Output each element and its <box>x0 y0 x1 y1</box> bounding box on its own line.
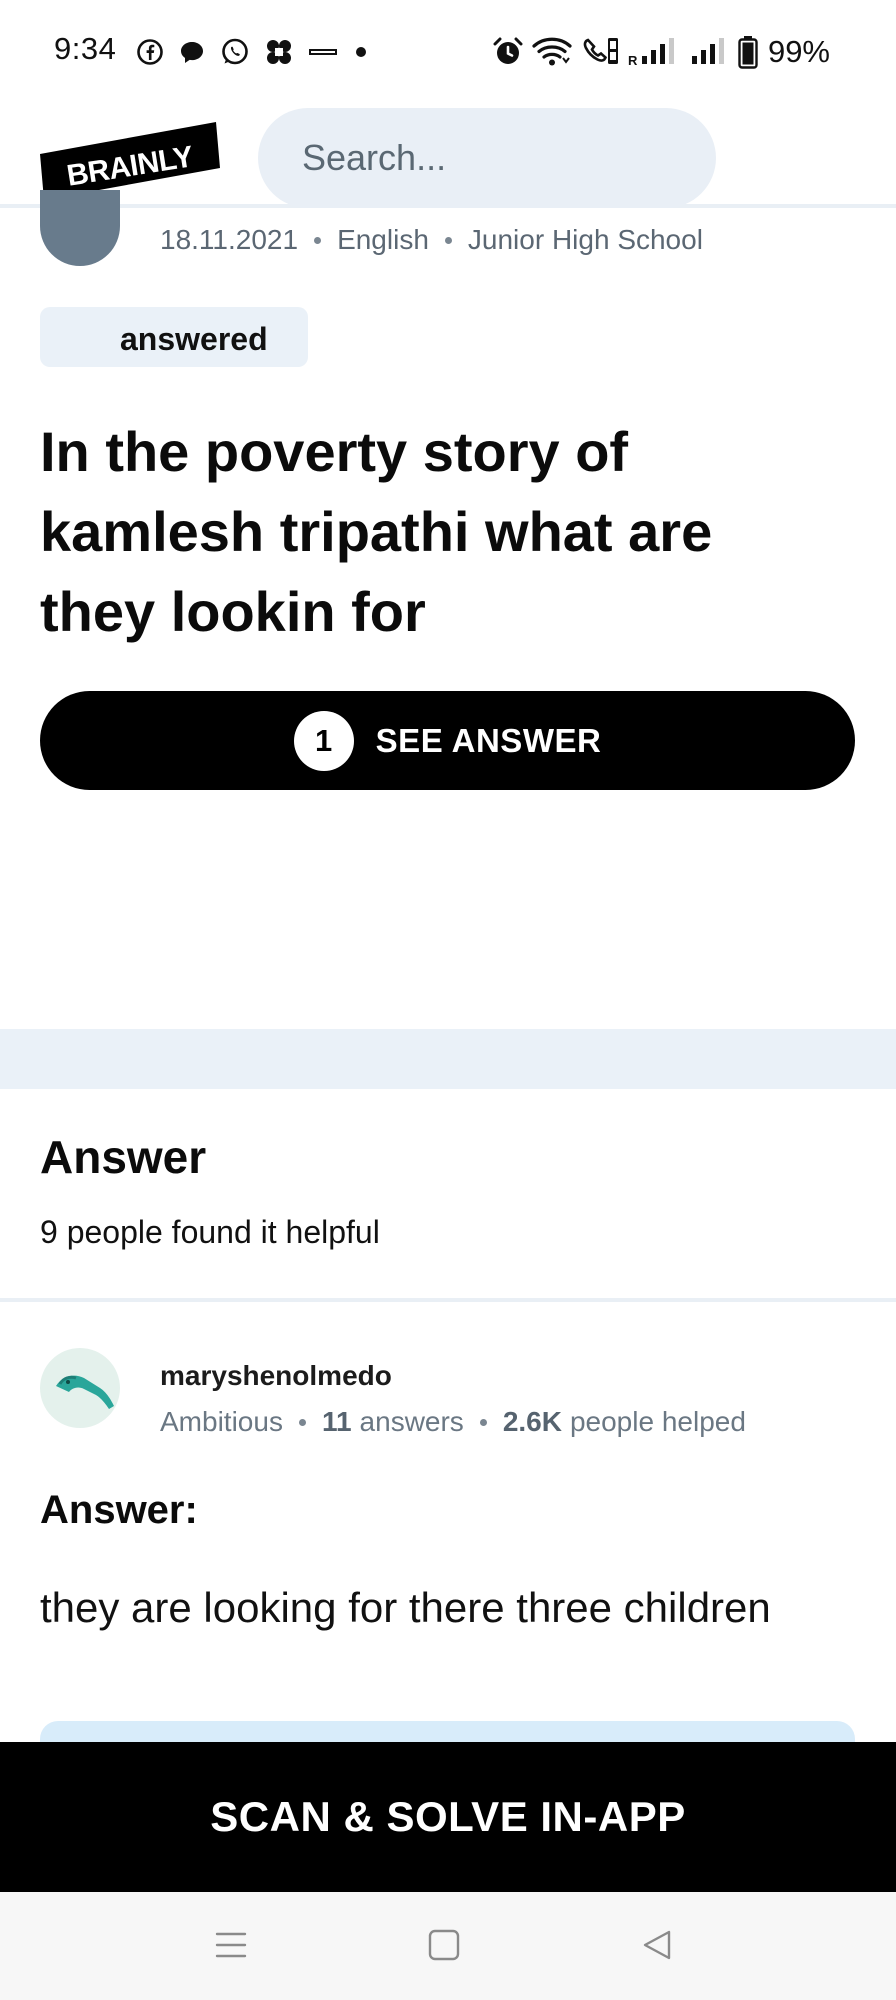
question-subject[interactable]: English <box>337 224 429 256</box>
status-left-icons <box>136 36 370 68</box>
facebook-icon <box>136 38 164 66</box>
alarm-icon <box>492 36 524 68</box>
question-title: In the poverty story of kamlesh tripathi… <box>40 420 713 643</box>
search-bar[interactable] <box>258 108 716 208</box>
scan-solve-button[interactable]: SCAN & SOLVE IN-APP <box>0 1742 896 1892</box>
volte-call-icon <box>580 36 620 68</box>
signal-icon <box>690 36 730 68</box>
app-grid-icon <box>264 37 294 67</box>
battery-percent: 99% <box>767 34 830 69</box>
helped-count: 2.6K <box>502 1406 562 1437</box>
answer-label: Answer: <box>40 1488 198 1532</box>
asker-avatar[interactable] <box>40 190 120 266</box>
stats-separator <box>479 1418 487 1426</box>
answer-heading: Answer <box>40 1131 207 1183</box>
helped-label: people helped <box>569 1406 746 1437</box>
menu-icon <box>214 1928 248 1967</box>
news-icon <box>308 42 338 62</box>
answers-count: 11 <box>321 1406 352 1437</box>
status-badge: answered <box>40 307 308 367</box>
answerer-rank: Ambitious <box>160 1406 283 1437</box>
signal-roaming-icon: R <box>628 36 682 68</box>
answers-label: answers <box>359 1406 464 1437</box>
search-input[interactable] <box>302 108 682 208</box>
section-divider-band <box>0 1029 896 1089</box>
answer-divider <box>0 1298 896 1302</box>
status-badge-label: answered <box>120 321 268 357</box>
notification-dot-icon <box>352 43 370 61</box>
status-time: 9:34 <box>54 31 117 66</box>
back-button[interactable] <box>632 1922 682 1972</box>
meta-separator <box>444 236 452 244</box>
recents-button[interactable] <box>206 1922 256 1972</box>
scan-solve-label: SCAN & SOLVE IN-APP <box>210 1793 686 1840</box>
question-meta: 18.11.2021 English Junior High School <box>160 224 703 256</box>
question-level: Junior High School <box>467 224 703 255</box>
whatsapp-icon <box>220 37 250 67</box>
see-answer-button[interactable]: 1 SEE ANSWER <box>40 691 855 790</box>
answer-count-badge: 1 <box>293 710 354 771</box>
answerer-avatar[interactable] <box>40 1348 120 1428</box>
stats-separator <box>298 1418 306 1426</box>
status-right-icons: R 99% <box>492 33 830 71</box>
svg-text:R: R <box>628 53 638 68</box>
chat-bubble-icon <box>178 38 206 66</box>
brainly-logo[interactable]: BRAINLY <box>40 122 220 200</box>
system-nav-bar <box>0 1892 896 2000</box>
square-icon <box>427 1928 461 1967</box>
answer-body: they are looking for there three childre… <box>40 1584 771 1631</box>
home-button[interactable] <box>419 1922 469 1972</box>
meta-separator <box>314 236 322 244</box>
see-answer-label: SEE ANSWER <box>375 721 602 759</box>
battery-icon <box>738 35 758 69</box>
answerer-stats: Ambitious 11 answers 2.6K people helped <box>160 1406 746 1438</box>
app-header: BRAINLY <box>0 104 896 208</box>
helpful-count: 9 people found it helpful <box>40 1214 380 1250</box>
back-triangle-icon <box>640 1928 674 1967</box>
question-date: 18.11.2021 <box>160 224 299 255</box>
wifi-icon <box>532 36 572 68</box>
status-bar: 9:34 R 99% <box>0 0 896 104</box>
answerer-username[interactable]: maryshenolmedo <box>160 1360 392 1392</box>
